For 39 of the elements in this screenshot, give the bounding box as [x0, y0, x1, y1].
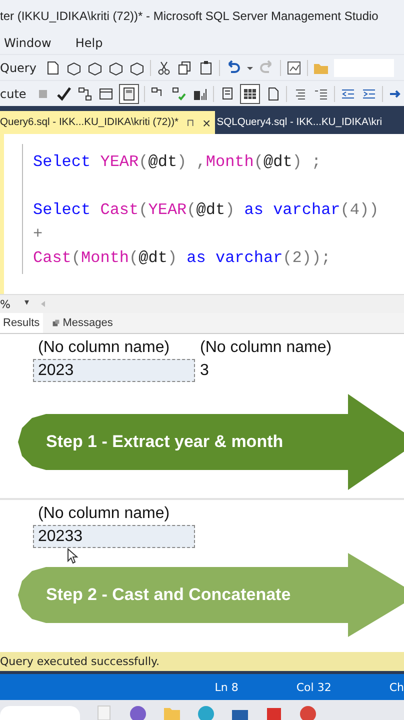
execute-button[interactable]: cute — [0, 86, 30, 100]
table-cell[interactable]: 3 — [195, 359, 357, 382]
document-tab[interactable]: SQLQuery4.sql - IKK...KU_IDIKA\kri — [216, 111, 386, 134]
zoom-dropdown[interactable]: % ▾ — [0, 298, 29, 310]
status-message: Query executed successfully. — [0, 655, 160, 668]
clipboard-icon[interactable] — [198, 60, 214, 76]
document-icon[interactable] — [45, 60, 62, 76]
diagram-icon[interactable] — [77, 86, 94, 102]
window-title: ter (IKKU_IDIKA\kriti (72))* - Microsoft SQL Server Management Studio — [0, 9, 378, 23]
code-line: Cast(Month(@dt) as varchar(2)); — [33, 248, 331, 269]
column-header: (No column name) — [199, 338, 333, 358]
calculator-icon[interactable] — [119, 84, 140, 104]
new-query-button[interactable]: Query — [0, 60, 40, 74]
menu-item[interactable]: Help — [75, 36, 103, 50]
line-number: Ln 8 — [214, 680, 238, 694]
menu-item[interactable]: Window — [4, 36, 52, 50]
results-tab[interactable]: Results — [0, 313, 43, 333]
check-icon[interactable] — [56, 86, 72, 102]
mouse-pointer-icon — [67, 548, 79, 564]
grid-icon[interactable] — [240, 84, 260, 104]
chart-icon[interactable] — [286, 60, 302, 76]
column-header: (No column name) — [37, 504, 171, 524]
results-tab[interactable]: Messages — [48, 313, 116, 333]
pin-icon[interactable]: ⊓ — [186, 116, 195, 128]
character-number: Ch — [389, 680, 404, 694]
taskbar-search-field[interactable] — [0, 706, 80, 720]
code-line: Select Cast(YEAR(@dt) as varchar(4)) — [33, 200, 379, 221]
table-cell[interactable]: 2023 — [33, 359, 195, 382]
window-icon[interactable] — [98, 86, 114, 102]
code-line: Select YEAR(@dt) ,Month(@dt) ; — [33, 152, 322, 173]
column-header: (No column name) — [37, 338, 171, 358]
diagram-check-icon[interactable] — [171, 86, 188, 102]
close-icon[interactable]: × — [202, 114, 211, 130]
copy-icon[interactable] — [177, 60, 194, 76]
code-line: + — [33, 224, 43, 245]
table-cell[interactable]: 20233 — [33, 525, 195, 548]
document-tab[interactable]: Query6.sql - IKK...KU_IDIKA\kriti (72))* ⊓ × — [0, 111, 215, 134]
scissors-icon[interactable] — [156, 60, 172, 76]
column-number: Col 32 — [296, 680, 332, 694]
